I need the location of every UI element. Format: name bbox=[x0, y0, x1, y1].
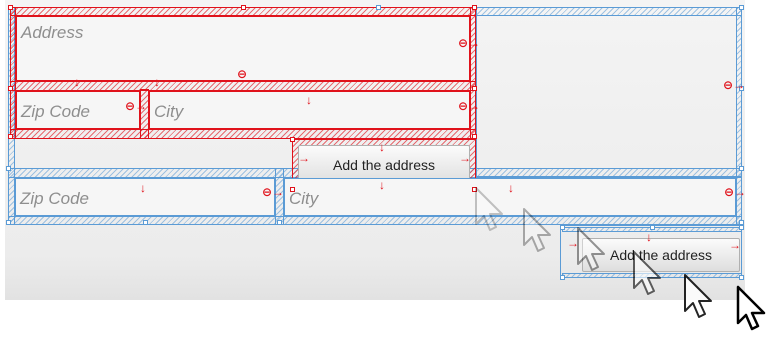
resize-handle-icon[interactable] bbox=[241, 5, 246, 10]
constraint-arrow-icon: → bbox=[298, 151, 310, 165]
resize-handle-icon[interactable] bbox=[6, 166, 11, 171]
cursor-icon bbox=[475, 187, 503, 231]
resize-handle-icon[interactable] bbox=[290, 187, 295, 192]
resize-handle-icon[interactable] bbox=[560, 275, 565, 280]
address-placeholder: Address bbox=[21, 23, 84, 42]
constraint-arrow-icon: ⊖→ bbox=[724, 185, 747, 199]
constraint-arrow-icon: ↓ bbox=[306, 93, 312, 107]
constraint-arrow-icon: ↓ bbox=[140, 181, 146, 195]
constraint-arrow-icon: ↓ bbox=[154, 75, 160, 89]
constraint-arrow-icon: ↓ bbox=[74, 75, 80, 89]
constraint-arrow-icon: ↓ bbox=[646, 230, 652, 244]
duplicate-zip-code-placeholder: Zip Code bbox=[20, 189, 89, 208]
resize-handle-icon[interactable] bbox=[560, 225, 565, 230]
constraint-arrow-icon: ⊖→ bbox=[125, 99, 148, 113]
constraint-arrow-icon: ↓ bbox=[379, 140, 385, 154]
add-address-label: Add the address bbox=[333, 157, 435, 173]
resize-handle-icon[interactable] bbox=[290, 137, 295, 142]
cursor-icon bbox=[523, 208, 551, 252]
layout-guide-right-column bbox=[476, 7, 742, 177]
constraint-arrow-icon: → bbox=[729, 238, 741, 252]
resize-handle-icon[interactable] bbox=[8, 86, 13, 91]
resize-handle-icon[interactable] bbox=[8, 5, 13, 10]
resize-handle-icon[interactable] bbox=[472, 86, 477, 91]
cursor-icon bbox=[577, 227, 605, 271]
cursor-icon bbox=[684, 274, 712, 318]
constraint-arrow-icon: ⊖→ bbox=[458, 36, 481, 50]
selection-right-border bbox=[470, 7, 476, 139]
resize-handle-icon[interactable] bbox=[376, 5, 381, 10]
layout-guide-bottom-row bbox=[8, 216, 742, 225]
duplicate-city-placeholder: City bbox=[289, 189, 319, 208]
resize-handle-icon[interactable] bbox=[739, 166, 744, 171]
resize-handle-icon[interactable] bbox=[739, 275, 744, 280]
resize-handle-icon[interactable] bbox=[472, 134, 477, 139]
zip-code-placeholder: Zip Code bbox=[21, 102, 90, 121]
resize-handle-icon[interactable] bbox=[6, 220, 11, 225]
constraint-arrow-icon: ⊖→ bbox=[723, 78, 746, 92]
constraint-arrow-icon: ↓ bbox=[379, 178, 385, 192]
constraint-arrow-icon: ⊖→ bbox=[458, 99, 481, 113]
constraint-arrow-icon: ⊖→ bbox=[262, 185, 285, 199]
resize-handle-icon[interactable] bbox=[472, 5, 477, 10]
resize-handle-icon[interactable] bbox=[739, 5, 744, 10]
zip-code-field[interactable]: Zip Code bbox=[16, 91, 140, 129]
selection-separator bbox=[140, 89, 149, 139]
resize-handle-icon[interactable] bbox=[739, 225, 744, 230]
constraint-arrow-icon: ⊖ bbox=[237, 67, 248, 81]
constraint-arrow-icon: → bbox=[459, 151, 471, 165]
resize-handle-icon[interactable] bbox=[143, 220, 148, 225]
city-placeholder: City bbox=[154, 102, 184, 121]
resize-handle-icon[interactable] bbox=[277, 220, 282, 225]
constraint-arrow-icon: ↓ bbox=[508, 181, 514, 195]
cursor-icon bbox=[633, 251, 661, 295]
selection-zip-bottom-border bbox=[10, 129, 476, 139]
cursor-icon bbox=[736, 285, 766, 331]
resize-handle-icon[interactable] bbox=[8, 134, 13, 139]
